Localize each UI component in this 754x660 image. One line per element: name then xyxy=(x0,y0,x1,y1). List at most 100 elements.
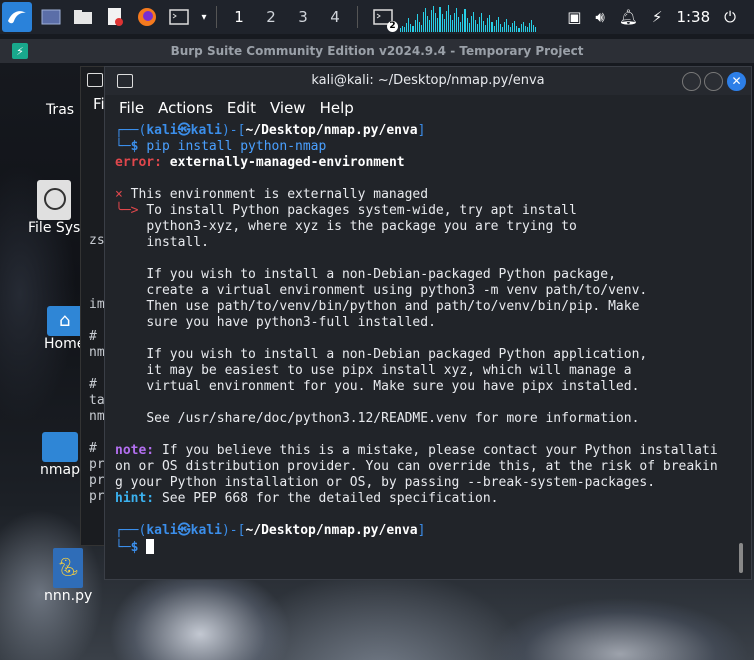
cpu-graph-bar xyxy=(433,6,435,32)
panel-dropdown-icon[interactable]: ▾ xyxy=(198,4,210,30)
menu-edit[interactable]: Edit xyxy=(227,99,256,117)
terminal-menubar: File Actions Edit View Help xyxy=(105,95,751,121)
desktop-icon-trash[interactable]: Tras xyxy=(40,68,80,118)
terminal-window[interactable]: kali@kali: ~/Desktop/nmap.py/enva ✕ File… xyxy=(104,66,752,580)
cpu-graph-bar xyxy=(468,23,470,32)
cpu-graph-bar xyxy=(414,20,416,32)
cpu-graph-bar xyxy=(514,21,516,32)
message-line: it may be easiest to use pipx install xy… xyxy=(146,363,632,378)
scrollbar[interactable] xyxy=(739,543,743,573)
cpu-graph-bar xyxy=(501,27,503,32)
lock-icon[interactable]: ⏻ xyxy=(724,8,736,26)
hint-line: hint: See PEP 668 for the detailed speci… xyxy=(115,491,499,506)
menu-actions[interactable]: Actions xyxy=(158,99,213,117)
cpu-graph-bar xyxy=(520,24,522,32)
note-line: on or OS distribution provider. You can … xyxy=(115,459,718,474)
cpu-graph-bar xyxy=(535,27,537,32)
show-desktop-icon[interactable] xyxy=(38,4,64,30)
volume-icon[interactable]: 🔊︎ xyxy=(595,8,604,26)
cpu-graph-bar xyxy=(418,22,420,32)
cpu-graph-bar xyxy=(522,22,524,32)
background-line: im xyxy=(89,297,105,312)
text-editor-icon[interactable] xyxy=(102,4,128,30)
message-line: If you wish to install a non-Debian-pack… xyxy=(146,267,616,282)
desktop-icon-label: File Sys xyxy=(28,220,81,236)
message-line: create a virtual environment using pytho… xyxy=(146,283,648,298)
desktop-icon-label: nnn.py xyxy=(44,588,93,604)
terminal-launcher-icon[interactable] xyxy=(166,4,192,30)
message-line: python3-xyz, where xyz is the package yo… xyxy=(146,219,577,234)
terminal-task-icon[interactable]: 2 xyxy=(370,4,398,32)
cpu-graph-bar xyxy=(416,14,418,32)
cpu-graph-bar xyxy=(512,23,514,32)
cpu-graph-bar xyxy=(460,22,462,32)
cpu-graph-bar xyxy=(526,27,528,32)
notification-bell-icon[interactable]: 🔔︎ xyxy=(619,8,638,26)
cpu-graph-bar xyxy=(406,23,408,32)
cpu-graph-bar xyxy=(483,21,485,32)
cpu-graph-bar xyxy=(402,26,404,32)
menu-view[interactable]: View xyxy=(270,99,306,117)
power-icon[interactable]: ⚡︎ xyxy=(652,8,663,26)
cpu-graph-bar xyxy=(400,28,402,32)
cpu-graph-bar xyxy=(476,24,478,32)
cpu-graph-bar xyxy=(503,22,505,32)
cpu-graph-bar xyxy=(518,28,520,32)
cpu-graph xyxy=(400,4,537,32)
cpu-graph-bar xyxy=(516,26,518,32)
menu-help[interactable]: Help xyxy=(320,99,354,117)
file-manager-icon[interactable] xyxy=(70,4,96,30)
screen-icon[interactable]: ▣ xyxy=(567,8,581,26)
cpu-graph-bar xyxy=(437,18,439,32)
message-line: See /usr/share/doc/python3.12/README.ven… xyxy=(146,411,640,426)
desktop-icon-nmap[interactable]: nmap xyxy=(40,432,80,478)
cpu-graph-bar xyxy=(489,15,491,32)
burp-title: Burp Suite Community Edition v2024.9.4 -… xyxy=(170,44,584,58)
workspace-1[interactable]: 1 xyxy=(223,8,255,26)
cpu-graph-bar xyxy=(447,5,449,32)
workspace-4[interactable]: 4 xyxy=(319,8,351,26)
cpu-graph-bar xyxy=(505,19,508,32)
cpu-graph-bar xyxy=(485,25,487,32)
cpu-graph-bar xyxy=(431,10,433,32)
cpu-graph-bar xyxy=(404,27,406,32)
cpu-graph-bar xyxy=(429,20,431,32)
maximize-button[interactable] xyxy=(704,72,723,91)
menu-file[interactable]: File xyxy=(119,99,144,117)
panel-separator xyxy=(216,6,217,28)
cpu-graph-bar xyxy=(495,20,497,32)
cpu-graph-bar xyxy=(410,24,412,32)
cpu-graph-bar xyxy=(466,18,468,32)
cpu-graph-bar xyxy=(420,25,422,32)
cpu-graph-bar xyxy=(499,24,501,32)
cpu-graph-bar xyxy=(464,9,466,32)
cpu-graph-bar xyxy=(451,20,454,32)
workspace-2[interactable]: 2 xyxy=(255,8,287,26)
prompt-line: ┌──(kali㉿kali)-[~/Desktop/nmap.py/enva] xyxy=(115,523,426,538)
firefox-icon[interactable] xyxy=(134,4,160,30)
burp-suite-titlebar[interactable]: ⚡︎ Burp Suite Community Edition v2024.9.… xyxy=(0,39,754,63)
message-body: ╰─> To install Python packages system-wi… xyxy=(115,203,737,427)
terminal-titlebar[interactable]: kali@kali: ~/Desktop/nmap.py/enva ✕ xyxy=(105,67,751,95)
kali-menu-icon[interactable] xyxy=(2,2,32,32)
cpu-graph-bar xyxy=(422,12,424,32)
cpu-graph-bar xyxy=(458,17,460,32)
terminal-title: kali@kali: ~/Desktop/nmap.py/enva xyxy=(311,73,545,88)
note-block: note: If you believe this is a mistake, … xyxy=(115,443,737,491)
cpu-graph-bar xyxy=(491,22,493,32)
desktop-icon-nnn-py[interactable]: 🐍︎ nnn.py xyxy=(44,548,92,604)
close-button[interactable]: ✕ xyxy=(727,72,746,91)
cpu-graph-bar xyxy=(449,15,451,32)
active-prompt-line[interactable]: └─$ xyxy=(115,539,737,556)
workspace-3[interactable]: 3 xyxy=(287,8,319,26)
cpu-graph-bar xyxy=(528,23,530,32)
minimize-button[interactable] xyxy=(682,72,701,91)
terminal-output[interactable]: ┌──(kali㉿kali)-[~/Desktop/nmap.py/enva] └… xyxy=(115,123,737,556)
error-line: error: externally-managed-environment xyxy=(115,155,405,170)
desktop-icon-file-system[interactable]: File Sys xyxy=(28,180,80,236)
background-line: # xyxy=(89,377,97,392)
cpu-graph-bar xyxy=(424,8,427,32)
message-line: virtual environment for you. Make sure y… xyxy=(146,379,640,394)
cpu-graph-bar xyxy=(445,11,447,32)
clock[interactable]: 1:38 xyxy=(676,8,710,26)
